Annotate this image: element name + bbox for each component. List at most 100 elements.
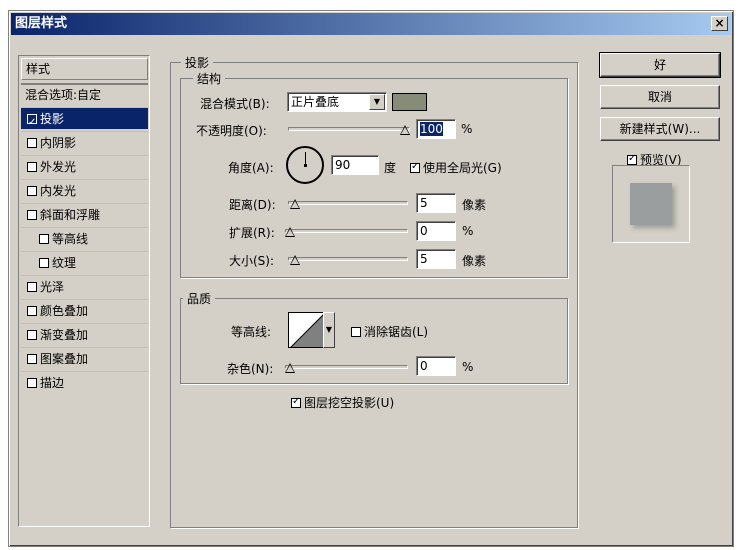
checkbox-icon[interactable] bbox=[27, 138, 37, 148]
global-light-check-icon bbox=[410, 161, 420, 173]
distance-value: 5 bbox=[420, 196, 428, 210]
noise-unit: % bbox=[462, 360, 474, 374]
distance-input[interactable]: 5 bbox=[416, 193, 456, 213]
close-button[interactable]: × bbox=[711, 16, 728, 31]
preview-check-icon bbox=[627, 153, 637, 165]
checkbox-icon[interactable] bbox=[27, 186, 37, 196]
blend-mode-select[interactable]: 正片叠底 ▼ bbox=[287, 92, 387, 112]
noise-slider-thumb[interactable] bbox=[285, 363, 295, 373]
noise-label: 杂色(N): bbox=[227, 362, 274, 376]
distance-unit: 像素 bbox=[462, 198, 487, 212]
size-unit: 像素 bbox=[462, 254, 487, 268]
distance-slider-track bbox=[288, 201, 408, 205]
checkbox-icon[interactable] bbox=[27, 282, 37, 292]
contour-dropdown-button[interactable]: ▼ bbox=[323, 312, 335, 348]
sidebar-item-label: 外发光 bbox=[40, 160, 77, 174]
angle-dial-center bbox=[304, 164, 307, 167]
opacity-input[interactable]: 100 bbox=[416, 119, 456, 139]
sidebar-item-label: 渐变叠加 bbox=[40, 328, 89, 342]
quality-title: 品质 bbox=[183, 290, 216, 307]
distance-label: 距离(D): bbox=[229, 198, 276, 212]
blend-options-item[interactable]: 混合选项:自定 bbox=[21, 83, 148, 105]
spread-value: 0 bbox=[420, 224, 428, 238]
antialias-check-icon bbox=[351, 327, 361, 337]
contour-curve-icon bbox=[290, 314, 323, 347]
style-preview bbox=[612, 165, 690, 243]
sidebar-item[interactable]: 内发光 bbox=[21, 179, 148, 201]
opacity-label: 不透明度(O): bbox=[196, 124, 267, 138]
knockout-checkbox[interactable]: 图层挖空投影(U) bbox=[291, 394, 394, 411]
sidebar-item-label: 内阴影 bbox=[40, 136, 77, 150]
spread-label: 扩展(R): bbox=[229, 226, 275, 240]
chevron-down-icon: ▼ bbox=[325, 325, 333, 334]
sidebar-item-label: 纹理 bbox=[52, 256, 77, 270]
blend-mode-value: 正片叠底 bbox=[291, 95, 340, 109]
checkbox-icon[interactable] bbox=[39, 258, 49, 268]
size-slider[interactable] bbox=[288, 249, 408, 269]
styles-list: 样式 混合选项:自定 投影内阴影外发光内发光斜面和浮雕等高线纹理光泽颜色叠加渐变… bbox=[18, 55, 150, 527]
structure-title: 结构 bbox=[193, 70, 226, 87]
size-label: 大小(S): bbox=[229, 254, 275, 268]
checkbox-icon[interactable] bbox=[27, 306, 37, 316]
sidebar-item-label: 等高线 bbox=[52, 232, 89, 246]
angle-input[interactable]: 90 bbox=[331, 155, 379, 175]
global-light-checkbox[interactable]: 使用全局光(G) bbox=[410, 159, 502, 176]
checkbox-icon[interactable] bbox=[27, 378, 37, 388]
checkbox-icon[interactable] bbox=[27, 330, 37, 340]
opacity-slider[interactable] bbox=[288, 119, 410, 139]
checkbox-icon[interactable] bbox=[39, 234, 49, 244]
distance-slider-thumb[interactable] bbox=[290, 199, 300, 209]
checkbox-icon[interactable] bbox=[27, 162, 37, 172]
checkbox-icon[interactable] bbox=[27, 112, 37, 134]
checkbox-icon[interactable] bbox=[27, 210, 37, 220]
antialias-label: 消除锯齿(L) bbox=[364, 325, 429, 339]
preview-thumbnail bbox=[630, 183, 672, 225]
spread-unit: % bbox=[462, 224, 474, 238]
sidebar-item[interactable]: 图案叠加 bbox=[21, 347, 148, 369]
antialias-checkbox[interactable]: 消除锯齿(L) bbox=[351, 323, 428, 340]
styles-header[interactable]: 样式 bbox=[21, 58, 148, 80]
spread-slider-thumb[interactable] bbox=[285, 227, 295, 237]
spread-slider[interactable] bbox=[285, 221, 408, 241]
new-style-button[interactable]: 新建样式(W)... bbox=[600, 117, 720, 141]
noise-slider[interactable] bbox=[285, 357, 408, 377]
angle-dial[interactable] bbox=[286, 146, 324, 184]
noise-input[interactable]: 0 bbox=[416, 356, 456, 376]
spread-input[interactable]: 0 bbox=[416, 221, 456, 241]
sidebar-item[interactable]: 等高线 bbox=[21, 227, 148, 249]
chevron-down-icon: ▼ bbox=[369, 94, 385, 110]
opacity-value: 100 bbox=[420, 122, 443, 136]
distance-slider[interactable] bbox=[288, 193, 408, 213]
sidebar-item[interactable]: 描边 bbox=[21, 371, 148, 393]
sidebar-item[interactable]: 光泽 bbox=[21, 275, 148, 297]
sidebar-item[interactable]: 外发光 bbox=[21, 155, 148, 177]
title-bar: 图层样式 × bbox=[11, 13, 731, 35]
contour-label: 等高线: bbox=[231, 325, 272, 339]
size-input[interactable]: 5 bbox=[416, 249, 456, 269]
sidebar-item[interactable]: 斜面和浮雕 bbox=[21, 203, 148, 225]
ok-button[interactable]: 好 bbox=[599, 52, 721, 78]
knockout-check-icon bbox=[291, 396, 301, 408]
dialog-title: 图层样式 bbox=[15, 16, 68, 31]
contour-picker[interactable] bbox=[288, 312, 324, 348]
sidebar-item[interactable]: 投影 bbox=[21, 107, 148, 134]
sidebar-item[interactable]: 颜色叠加 bbox=[21, 299, 148, 321]
angle-label: 角度(A): bbox=[228, 161, 274, 175]
opacity-slider-thumb[interactable] bbox=[400, 125, 410, 135]
sidebar-item[interactable]: 内阴影 bbox=[21, 131, 148, 153]
sidebar-item[interactable]: 纹理 bbox=[21, 251, 148, 273]
size-value: 5 bbox=[420, 252, 428, 266]
checkbox-icon[interactable] bbox=[27, 354, 37, 364]
sidebar-item-label: 内发光 bbox=[40, 184, 77, 198]
opacity-unit: % bbox=[461, 122, 473, 136]
cancel-button[interactable]: 取消 bbox=[600, 85, 720, 109]
angle-value: 90 bbox=[335, 158, 351, 172]
sidebar-item-label: 颜色叠加 bbox=[40, 304, 89, 318]
spread-slider-track bbox=[285, 229, 408, 233]
noise-value: 0 bbox=[420, 359, 428, 373]
sidebar-item-label: 斜面和浮雕 bbox=[40, 208, 101, 222]
sidebar-item[interactable]: 渐变叠加 bbox=[21, 323, 148, 345]
size-slider-thumb[interactable] bbox=[290, 255, 300, 265]
sidebar-item-label: 光泽 bbox=[40, 280, 65, 294]
shadow-color-swatch[interactable] bbox=[392, 93, 427, 111]
